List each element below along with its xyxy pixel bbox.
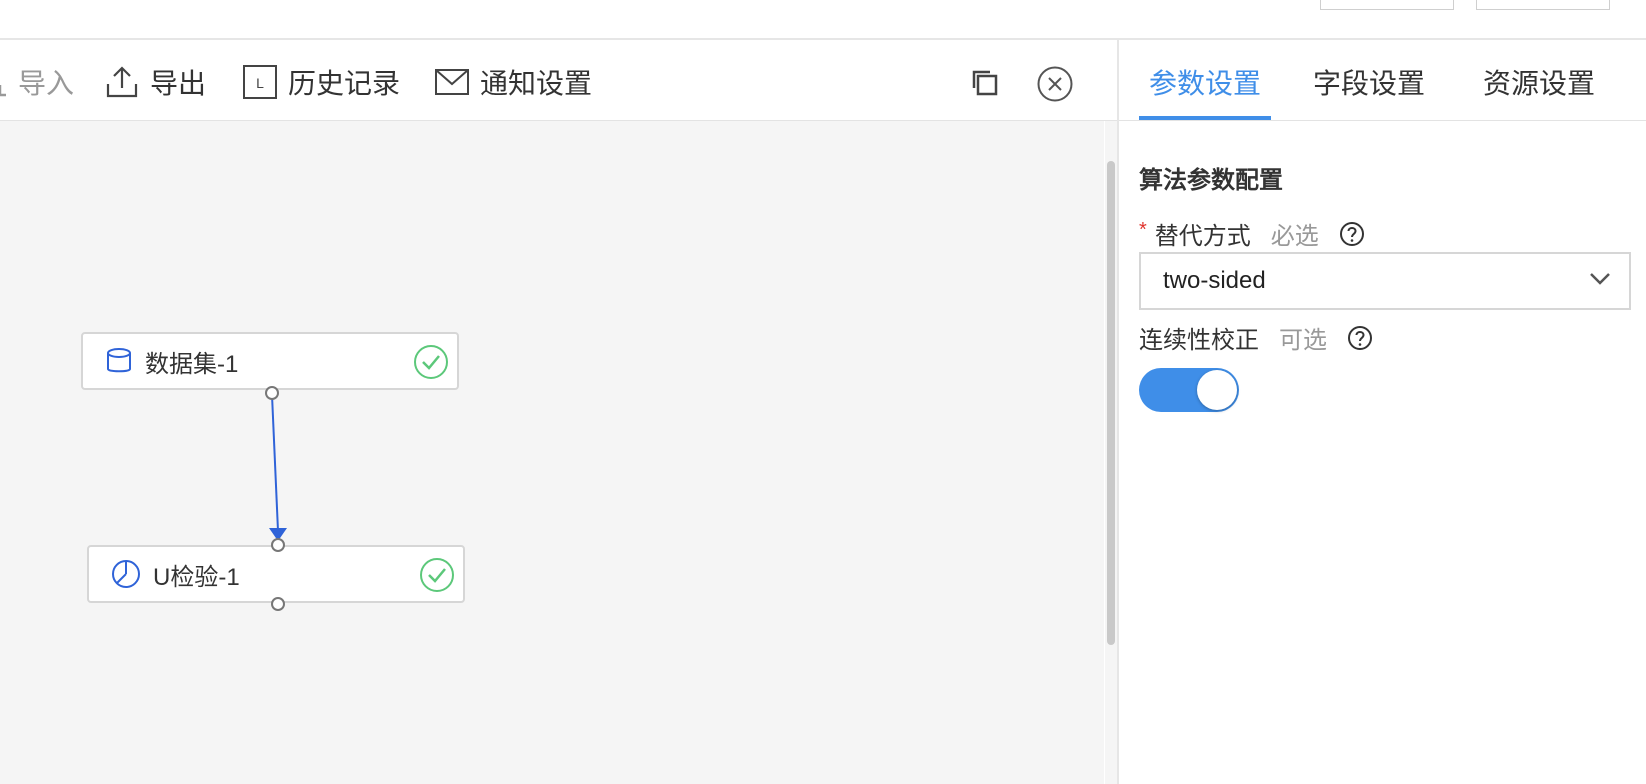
alternative-label: 替代方式 [1154,223,1251,250]
node-label: 数据集-1 [145,350,239,378]
history-icon: L [243,65,277,99]
settings-panel: 参数设置 字段设置 资源设置 算法参数配置 * 替代方式 必选 two-side… [1117,40,1646,784]
upload-icon [106,66,138,98]
import-button[interactable]: 导入 [0,64,74,100]
continuity-toggle[interactable] [1139,368,1239,412]
history-label: 历史记录 [288,68,401,99]
pie-chart-icon [111,559,141,589]
import-label: 导入 [18,68,75,99]
mail-icon [435,69,469,95]
top-bar [0,0,1646,40]
continuity-field-label: 连续性校正 可选 [1139,320,1373,355]
required-hint: 必选 [1270,223,1319,250]
scrollbar-thumb[interactable] [1107,161,1115,645]
success-check-icon [419,557,455,598]
alternative-select[interactable]: two-sided [1139,252,1631,310]
dataset-icon [105,347,133,375]
workflow-node-dataset[interactable]: 数据集-1 [81,332,459,390]
input-port[interactable] [271,538,285,552]
chevron-down-icon [1589,272,1611,291]
editor-toolbar: 导入 导出 L 历史记录 通知设置 [0,40,1117,121]
top-action-button-2[interactable] [1476,0,1610,10]
help-icon[interactable] [1339,221,1365,247]
help-icon[interactable] [1347,325,1373,351]
tab-field-settings[interactable]: 字段设置 [1313,62,1425,120]
export-label: 导出 [150,68,207,99]
history-button[interactable]: L 历史记录 [242,64,400,100]
tab-parameter-settings[interactable]: 参数设置 [1139,62,1271,120]
optional-hint: 可选 [1279,327,1327,354]
workflow-editor: 导入 导出 L 历史记录 通知设置 数据集-1 U检验-1 [0,40,1117,784]
required-mark: * [1139,219,1147,241]
workflow-canvas[interactable]: 数据集-1 U检验-1 [0,121,1104,784]
tab-resource-settings[interactable]: 资源设置 [1483,62,1595,120]
notify-settings-button[interactable]: 通知设置 [434,64,592,100]
vertical-scrollbar[interactable] [1105,121,1117,784]
import-icon [0,85,6,97]
success-check-icon [413,344,449,385]
top-action-button-1[interactable] [1320,0,1454,10]
select-value: two-sided [1163,267,1266,294]
output-port[interactable] [265,386,279,400]
alternative-field-label: * 替代方式 必选 [1139,216,1365,251]
output-port[interactable] [271,597,285,611]
section-title: 算法参数配置 [1139,167,1283,194]
notify-label: 通知设置 [480,68,593,99]
continuity-label: 连续性校正 [1139,327,1259,354]
export-button[interactable]: 导出 [104,64,206,100]
panel-tabs: 参数设置 字段设置 资源设置 [1119,40,1646,121]
workflow-node-u-test[interactable]: U检验-1 [87,545,465,603]
app-root: 导入 导出 L 历史记录 通知设置 数据集-1 U检验-1 参数设置 字段设置 … [0,0,1646,784]
svg-text:L: L [256,75,264,91]
toggle-knob [1197,370,1237,410]
copy-icon[interactable] [970,68,1000,98]
node-label: U检验-1 [153,563,240,591]
edge-connector [269,394,287,541]
close-icon[interactable] [1036,65,1074,103]
